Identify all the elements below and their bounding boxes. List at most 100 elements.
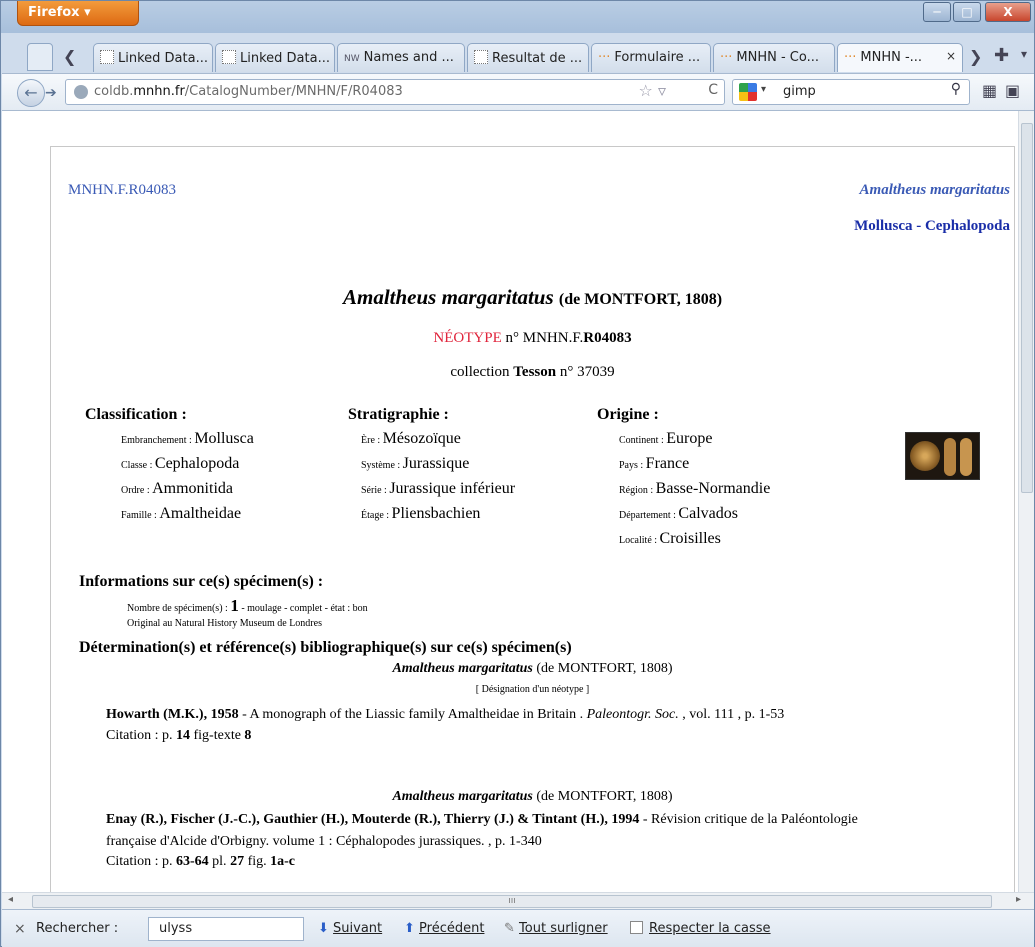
match-case-checkbox[interactable]: Respecter la casse — [630, 921, 771, 936]
site-identity-icon[interactable] — [74, 85, 88, 99]
origin-row: Région : Basse-Normandie — [619, 480, 771, 497]
find-close-icon[interactable]: × — [14, 921, 26, 937]
record-card: MNHN.F.R04083 Amaltheus margaritatus Mol… — [50, 146, 1015, 892]
tab-formulaire[interactable]: ··· Formulaire ... — [591, 43, 711, 72]
stratigraphy-heading: Stratigraphie : — [348, 406, 449, 423]
classification-row: Famille : Amaltheidae — [121, 505, 242, 522]
type-status-line: NÉOTYPE n° MNHN.F.R04083 — [51, 330, 1014, 347]
specimens-heading: Informations sur ce(s) spécimen(s) : — [79, 573, 324, 590]
tab-group-icon[interactable] — [27, 43, 53, 71]
page-icon — [100, 50, 114, 64]
forward-button[interactable]: ➔ — [45, 81, 67, 105]
grid-icon[interactable]: ▦ — [982, 81, 1004, 103]
back-button[interactable]: ← — [17, 79, 45, 107]
down-arrow-icon: ⬇ — [318, 921, 329, 936]
classification-row: Classe : Cephalopoda — [121, 455, 240, 472]
stratigraphy-row: Ère : Mésozoïque — [361, 430, 461, 447]
checkbox-icon — [630, 921, 643, 934]
tab-list-icon[interactable]: ▾ — [1021, 47, 1027, 61]
tab-scroll-left-icon[interactable]: ❮ — [63, 47, 76, 66]
origin-row: Continent : Europe — [619, 430, 713, 447]
reload-icon[interactable]: C — [708, 82, 718, 98]
url-domain: mnhn.fr — [133, 84, 185, 99]
page-icon — [222, 50, 236, 64]
tab-close-icon[interactable]: × — [946, 49, 956, 63]
scroll-left-icon[interactable]: ◂ — [8, 894, 13, 905]
reference-line-2: française d'Alcide d'Orbigny. volume 1 :… — [106, 834, 542, 849]
type-num: R04083 — [583, 330, 632, 346]
collection-prefix: collection — [450, 364, 514, 380]
search-bar[interactable]: ▾ gimp ⚲ — [732, 79, 970, 105]
tab-names-and[interactable]: NW Names and ... — [337, 43, 465, 72]
tab-mnhn-co[interactable]: ··· MNHN - Co... — [713, 43, 835, 72]
close-window-button[interactable]: X — [985, 2, 1031, 22]
forward-arrow-icon: ➔ — [45, 85, 57, 101]
tab-resultat[interactable]: Resultat de ... — [467, 43, 589, 72]
search-query: gimp — [783, 84, 816, 99]
tab-linked-data-1[interactable]: Linked Data... — [93, 43, 213, 72]
origin-heading: Origine : — [597, 406, 659, 423]
citation-line: Citation : p. 14 fig-texte 8 — [106, 728, 252, 743]
stratigraphy-row: Série : Jurassique inférieur — [361, 480, 516, 497]
highlight-all-button[interactable]: ✎ Tout surligner — [504, 921, 608, 936]
search-engine-dropdown-icon[interactable]: ▾ — [761, 84, 766, 95]
catalog-id: MNHN.F.R04083 — [68, 182, 176, 198]
reference-line: Howarth (M.K.), 1958 - A monograph of th… — [106, 707, 785, 722]
tab-scroll-right-icon[interactable]: ❯ — [969, 47, 982, 66]
type-status: NÉOTYPE — [433, 330, 502, 346]
mnhn-icon: ··· — [720, 50, 733, 65]
horizontal-scroll-thumb[interactable]: ııı — [32, 895, 992, 908]
classification-heading: Classification : — [85, 406, 187, 423]
back-arrow-icon: ← — [24, 83, 38, 102]
new-tab-icon[interactable]: ✚ — [994, 45, 1009, 66]
url-path: /CatalogNumber/MNHN/F/R04083 — [184, 84, 403, 99]
stratigraphy-row: Étage : Pliensbachien — [361, 505, 481, 522]
title-taxon: Amaltheus margaritatus — [342, 285, 554, 309]
page-content: MNHN.F.R04083 Amaltheus margaritatus Mol… — [2, 111, 1018, 892]
specimen-original: Original au Natural History Museum de Lo… — [127, 618, 322, 629]
specimen-thumbnail[interactable] — [905, 432, 980, 480]
maximize-button[interactable]: □ — [953, 2, 981, 22]
addon-icon[interactable]: ▣ — [1005, 81, 1027, 103]
horizontal-scrollbar[interactable]: ◂ ııı ▸ — [2, 892, 1034, 909]
taxon-header: Amaltheus margaritatus — [859, 182, 1010, 198]
classification-row: Embranchement : Mollusca — [121, 430, 254, 447]
url-prefix: coldb. — [94, 84, 134, 99]
google-icon[interactable] — [739, 83, 757, 101]
find-input[interactable]: ulyss — [148, 917, 304, 941]
highlighter-icon: ✎ — [504, 921, 515, 936]
vertical-scrollbar[interactable] — [1018, 111, 1034, 892]
firefox-menu-button[interactable]: Firefox ▾ — [17, 1, 139, 26]
address-bar[interactable]: coldb.mnhn.fr/CatalogNumber/MNHN/F/R0408… — [65, 79, 725, 105]
determinations-heading: Détermination(s) et référence(s) bibliog… — [79, 639, 572, 656]
scroll-right-icon[interactable]: ▸ — [1016, 894, 1021, 905]
determination-taxon: Amaltheus margaritatus (de MONTFORT, 180… — [392, 661, 673, 676]
tab-linked-data-2[interactable]: Linked Data... — [215, 43, 335, 72]
type-num-prefix: n° MNHN.F. — [505, 330, 584, 346]
origin-row: Département : Calvados — [619, 505, 738, 522]
bookmark-star-icon[interactable]: ☆ ▿ — [639, 81, 666, 100]
classification-row: Ordre : Ammonitida — [121, 480, 233, 497]
collection-name: Tesson — [513, 364, 557, 380]
find-next-button[interactable]: ⬇ Suivant — [318, 921, 382, 936]
determination-taxon: Amaltheus margaritatus (de MONTFORT, 180… — [392, 789, 673, 804]
determination-designation: [ Désignation d'un néotype ] — [475, 684, 590, 695]
collection-num: n° 37039 — [556, 364, 615, 380]
citation-line: Citation : p. 63-64 pl. 27 fig. 1a-c — [106, 854, 296, 869]
title-bar: Firefox ▾ ─ □ X — [1, 1, 1034, 33]
tab-mnhn-active[interactable]: ··· MNHN -... × — [837, 43, 963, 72]
mnhn-icon: ··· — [598, 50, 611, 65]
search-icon[interactable]: ⚲ — [951, 81, 961, 97]
reference-line: Enay (R.), Fischer (J.-C.), Gauthier (H.… — [106, 812, 858, 827]
page-title: Amaltheus margaritatus (de MONTFORT, 180… — [51, 285, 1014, 310]
stratigraphy-row: Système : Jurassique — [361, 455, 470, 472]
vertical-scroll-thumb[interactable] — [1021, 123, 1033, 493]
minimize-button[interactable]: ─ — [923, 2, 951, 22]
mnhn-icon: ··· — [844, 50, 857, 65]
find-label: Rechercher : — [36, 921, 119, 936]
find-previous-button[interactable]: ⬆ Précédent — [404, 921, 484, 936]
nw-icon: NW — [344, 54, 360, 64]
title-author: (de MONTFORT, 1808) — [558, 291, 723, 308]
origin-row: Pays : France — [619, 455, 690, 472]
browser-window: Firefox ▾ ─ □ X ❮ Linked Data... Linked … — [0, 0, 1035, 947]
